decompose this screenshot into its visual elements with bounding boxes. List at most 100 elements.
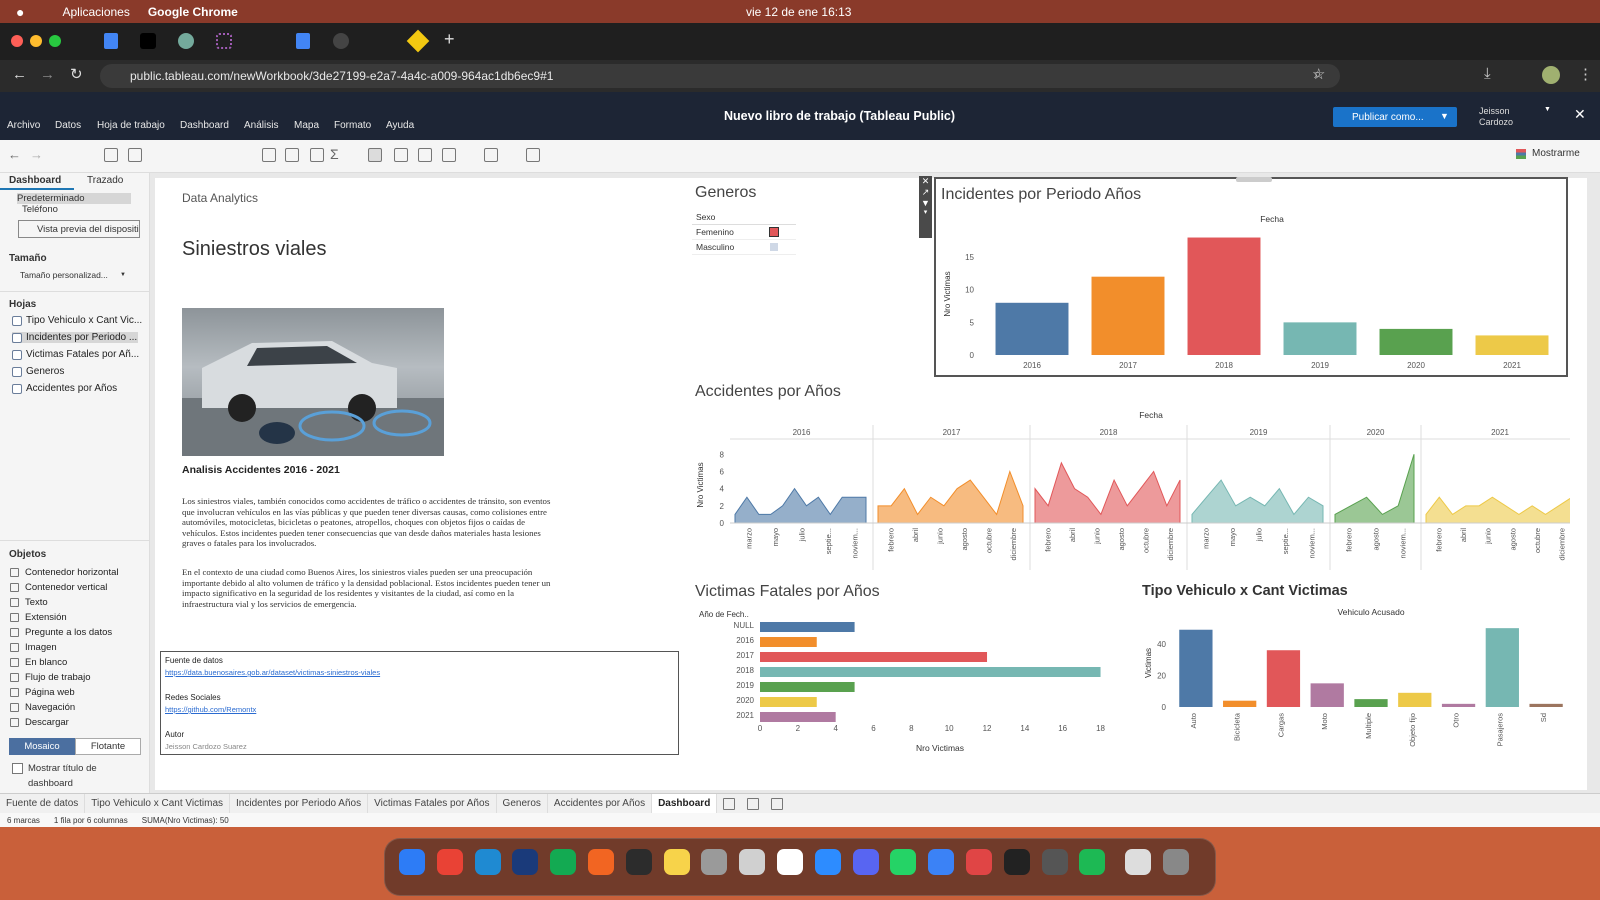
bar-Auto[interactable] (1179, 629, 1213, 707)
goto-sheet-icon[interactable]: ↗ (919, 187, 932, 198)
sheet-tab-3[interactable]: Victimas Fatales por Años (368, 793, 497, 814)
bar-2019[interactable] (1283, 322, 1357, 355)
vscode-icon[interactable] (474, 849, 501, 875)
text-icon[interactable] (394, 148, 408, 162)
object-item-0[interactable]: Contenedor horizontal (10, 567, 118, 578)
sheet-tab-2[interactable]: Incidentes por Periodo Años (230, 793, 369, 814)
area-2021[interactable] (1425, 496, 1570, 524)
menu-5[interactable]: Mapa (294, 120, 319, 131)
apple-icon[interactable]: ● (16, 4, 24, 20)
object-item-2[interactable]: Texto (10, 597, 48, 608)
bar-Cargas[interactable] (1266, 650, 1301, 707)
download-icon[interactable]: ⤓ (1484, 65, 1491, 82)
bar-Moto[interactable] (1310, 683, 1344, 707)
sheet-item-1[interactable]: Incidentes por Periodo ... (12, 332, 138, 343)
sheet-tab-5[interactable]: Accidentes por Años (548, 793, 653, 814)
bar-2016[interactable] (760, 637, 817, 647)
filter-icon[interactable]: ▼ (919, 198, 932, 208)
close-icon[interactable]: ✕ (1574, 106, 1586, 123)
object-item-9[interactable]: Navegación (10, 702, 75, 713)
new-story-icon[interactable] (771, 797, 784, 810)
bar-2018[interactable] (760, 667, 1101, 677)
tiled-button[interactable]: Mosaico (9, 738, 75, 755)
object-item-8[interactable]: Página web (10, 687, 75, 698)
area-2016[interactable] (734, 487, 867, 524)
more-options-icon[interactable]: ▾ (919, 208, 932, 216)
bar-Multiple[interactable] (1354, 699, 1388, 707)
obs-icon[interactable] (1041, 849, 1068, 875)
bar-2019[interactable] (760, 682, 855, 692)
bar-Pasajeros[interactable] (1485, 628, 1519, 707)
bar-Sd[interactable] (1529, 703, 1563, 707)
finder-icon[interactable] (399, 849, 425, 875)
sheet-tab-4[interactable]: Generos (497, 793, 548, 814)
legend-item[interactable]: Femenino (692, 225, 796, 240)
device-default[interactable]: Predeterminado (17, 193, 131, 204)
settings-icon[interactable] (701, 849, 728, 875)
sourcetree-icon[interactable] (512, 849, 539, 875)
bar-2021[interactable] (760, 712, 836, 722)
area-2018[interactable] (1034, 461, 1181, 524)
menu-0[interactable]: Archivo (7, 120, 40, 131)
object-item-7[interactable]: Flujo de trabajo (10, 672, 90, 683)
back-icon[interactable]: ← (12, 66, 27, 83)
bar-2020[interactable] (760, 697, 817, 707)
object-item-5[interactable]: Imagen (10, 642, 57, 653)
object-item-6[interactable]: En blanco (10, 657, 67, 668)
app-name[interactable]: Google Chrome (148, 5, 238, 19)
sort-desc-icon[interactable] (310, 148, 324, 162)
fit-icon[interactable] (442, 148, 456, 162)
numbers-icon[interactable] (1079, 849, 1106, 875)
menu-3[interactable]: Dashboard (180, 120, 229, 131)
user-dropdown-icon[interactable]: ▼ (1544, 106, 1551, 113)
trash-icon[interactable] (1125, 849, 1152, 875)
forward-icon[interactable]: → (40, 66, 55, 83)
menu-6[interactable]: Formato (334, 120, 371, 131)
object-item-3[interactable]: Extensión (10, 612, 67, 623)
showme-button[interactable]: Mostrarme (1516, 148, 1580, 159)
tab-layout[interactable]: Trazado (87, 175, 123, 186)
floating-button[interactable]: Flotante (75, 738, 141, 755)
bar-Objeto fijo[interactable] (1398, 692, 1432, 707)
new-worksheet-icon[interactable] (723, 797, 736, 810)
highlight-icon[interactable] (368, 148, 382, 162)
totals-icon[interactable]: Σ (330, 146, 339, 162)
menu-1[interactable]: Datos (55, 120, 81, 131)
sheet-item-0[interactable]: Tipo Vehiculo x Cant Vic... (12, 315, 142, 326)
sheet-item-4[interactable]: Accidentes por Años (12, 383, 117, 394)
chrome-menu-icon[interactable]: ⋮ (1578, 65, 1593, 83)
redo-icon[interactable]: → (30, 147, 43, 162)
format-icon[interactable] (418, 148, 432, 162)
legend-item[interactable]: Masculino (692, 240, 796, 255)
sort-asc-icon[interactable] (285, 148, 299, 162)
drag-handle[interactable] (1236, 177, 1272, 182)
incidentes-container[interactable]: Incidentes por Periodo Años Fecha Nro Vic… (934, 177, 1568, 377)
postman-icon[interactable] (588, 849, 614, 875)
sheet-item-3[interactable]: Generos (12, 366, 64, 377)
mongodb-icon[interactable] (550, 849, 577, 875)
user-name[interactable]: Jeisson Cardozo (1479, 106, 1541, 128)
discord-icon[interactable] (852, 849, 879, 875)
publish-button[interactable]: Publicar como... (1333, 107, 1457, 127)
chrome-icon[interactable] (436, 849, 463, 875)
present-icon[interactable] (526, 148, 540, 162)
tab-favicon-docs-2[interactable] (296, 33, 310, 49)
publish-dropdown-icon[interactable]: ▼ (1440, 111, 1449, 121)
new-sheet-icon[interactable] (104, 148, 118, 162)
area-2020[interactable] (1334, 454, 1415, 524)
menu-2[interactable]: Hoja de trabajo (97, 120, 165, 131)
bookmark-star-icon[interactable]: ☆ (1312, 65, 1325, 83)
bar-Otro[interactable] (1441, 703, 1476, 707)
size-select[interactable]: Tamaño personalizad... ▼ (20, 270, 130, 280)
tab-dashboard[interactable]: Dashboard (9, 175, 61, 186)
tab-favicon-github[interactable] (333, 33, 349, 49)
sheet-tab-1[interactable]: Tipo Vehiculo x Cant Victimas (85, 793, 231, 814)
zoom-icon[interactable] (814, 849, 841, 875)
bar-NULL[interactable] (760, 622, 855, 632)
sheet-item-2[interactable]: Victimas Fatales por Añ... (12, 349, 139, 360)
tab-favicon-tableau[interactable] (216, 33, 232, 49)
sheet-tab-6[interactable]: Dashboard (652, 793, 718, 814)
toolbox-icon[interactable] (966, 849, 992, 875)
object-item-10[interactable]: Descargar (10, 717, 69, 728)
calendar-icon[interactable] (777, 849, 803, 875)
